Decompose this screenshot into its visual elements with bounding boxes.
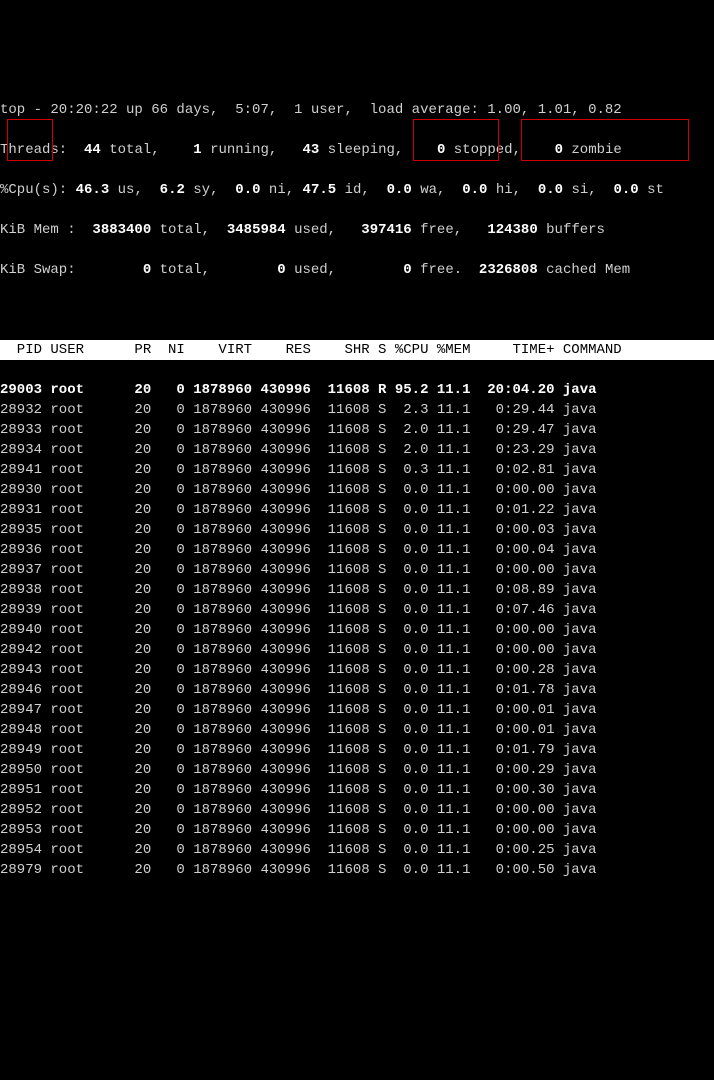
process-row[interactable]: 28946 root 20 0 1878960 430996 11608 S 0… xyxy=(0,680,714,700)
process-row[interactable]: 28932 root 20 0 1878960 430996 11608 S 2… xyxy=(0,400,714,420)
process-row[interactable]: 28935 root 20 0 1878960 430996 11608 S 0… xyxy=(0,520,714,540)
process-row[interactable]: 28930 root 20 0 1878960 430996 11608 S 0… xyxy=(0,480,714,500)
process-row[interactable]: 28979 root 20 0 1878960 430996 11608 S 0… xyxy=(0,860,714,880)
process-row[interactable]: 28931 root 20 0 1878960 430996 11608 S 0… xyxy=(0,500,714,520)
process-row[interactable]: 28933 root 20 0 1878960 430996 11608 S 2… xyxy=(0,420,714,440)
summary-line-threads: Threads: 44 total, 1 running, 43 sleepin… xyxy=(0,140,714,160)
process-row[interactable]: 28938 root 20 0 1878960 430996 11608 S 0… xyxy=(0,580,714,600)
process-row[interactable]: 28934 root 20 0 1878960 430996 11608 S 2… xyxy=(0,440,714,460)
process-row[interactable]: 28947 root 20 0 1878960 430996 11608 S 0… xyxy=(0,700,714,720)
process-row[interactable]: 28939 root 20 0 1878960 430996 11608 S 0… xyxy=(0,600,714,620)
process-row[interactable]: 28940 root 20 0 1878960 430996 11608 S 0… xyxy=(0,620,714,640)
process-row[interactable]: 28952 root 20 0 1878960 430996 11608 S 0… xyxy=(0,800,714,820)
summary-line-mem: KiB Mem : 3883400 total, 3485984 used, 3… xyxy=(0,220,714,240)
process-row[interactable]: 28942 root 20 0 1878960 430996 11608 S 0… xyxy=(0,640,714,660)
process-row[interactable]: 28951 root 20 0 1878960 430996 11608 S 0… xyxy=(0,780,714,800)
terminal-output: top - 20:20:22 up 66 days, 5:07, 1 user,… xyxy=(0,80,714,900)
summary-line-uptime: top - 20:20:22 up 66 days, 5:07, 1 user,… xyxy=(0,100,714,120)
process-row[interactable]: 28948 root 20 0 1878960 430996 11608 S 0… xyxy=(0,720,714,740)
summary-line-cpu: %Cpu(s): 46.3 us, 6.2 sy, 0.0 ni, 47.5 i… xyxy=(0,180,714,200)
process-row[interactable]: 29003 root 20 0 1878960 430996 11608 R 9… xyxy=(0,380,714,400)
summary-line-swap: KiB Swap: 0 total, 0 used, 0 free. 23268… xyxy=(0,260,714,280)
column-header[interactable]: PID USER PR NI VIRT RES SHR S %CPU %MEM … xyxy=(0,340,714,360)
process-row[interactable]: 28937 root 20 0 1878960 430996 11608 S 0… xyxy=(0,560,714,580)
process-row[interactable]: 28941 root 20 0 1878960 430996 11608 S 0… xyxy=(0,460,714,480)
process-row[interactable]: 28936 root 20 0 1878960 430996 11608 S 0… xyxy=(0,540,714,560)
process-row[interactable]: 28953 root 20 0 1878960 430996 11608 S 0… xyxy=(0,820,714,840)
process-row[interactable]: 28943 root 20 0 1878960 430996 11608 S 0… xyxy=(0,660,714,680)
process-list[interactable]: 29003 root 20 0 1878960 430996 11608 R 9… xyxy=(0,380,714,880)
blank-line xyxy=(0,300,714,320)
process-row[interactable]: 28950 root 20 0 1878960 430996 11608 S 0… xyxy=(0,760,714,780)
process-row[interactable]: 28949 root 20 0 1878960 430996 11608 S 0… xyxy=(0,740,714,760)
process-row[interactable]: 28954 root 20 0 1878960 430996 11608 S 0… xyxy=(0,840,714,860)
